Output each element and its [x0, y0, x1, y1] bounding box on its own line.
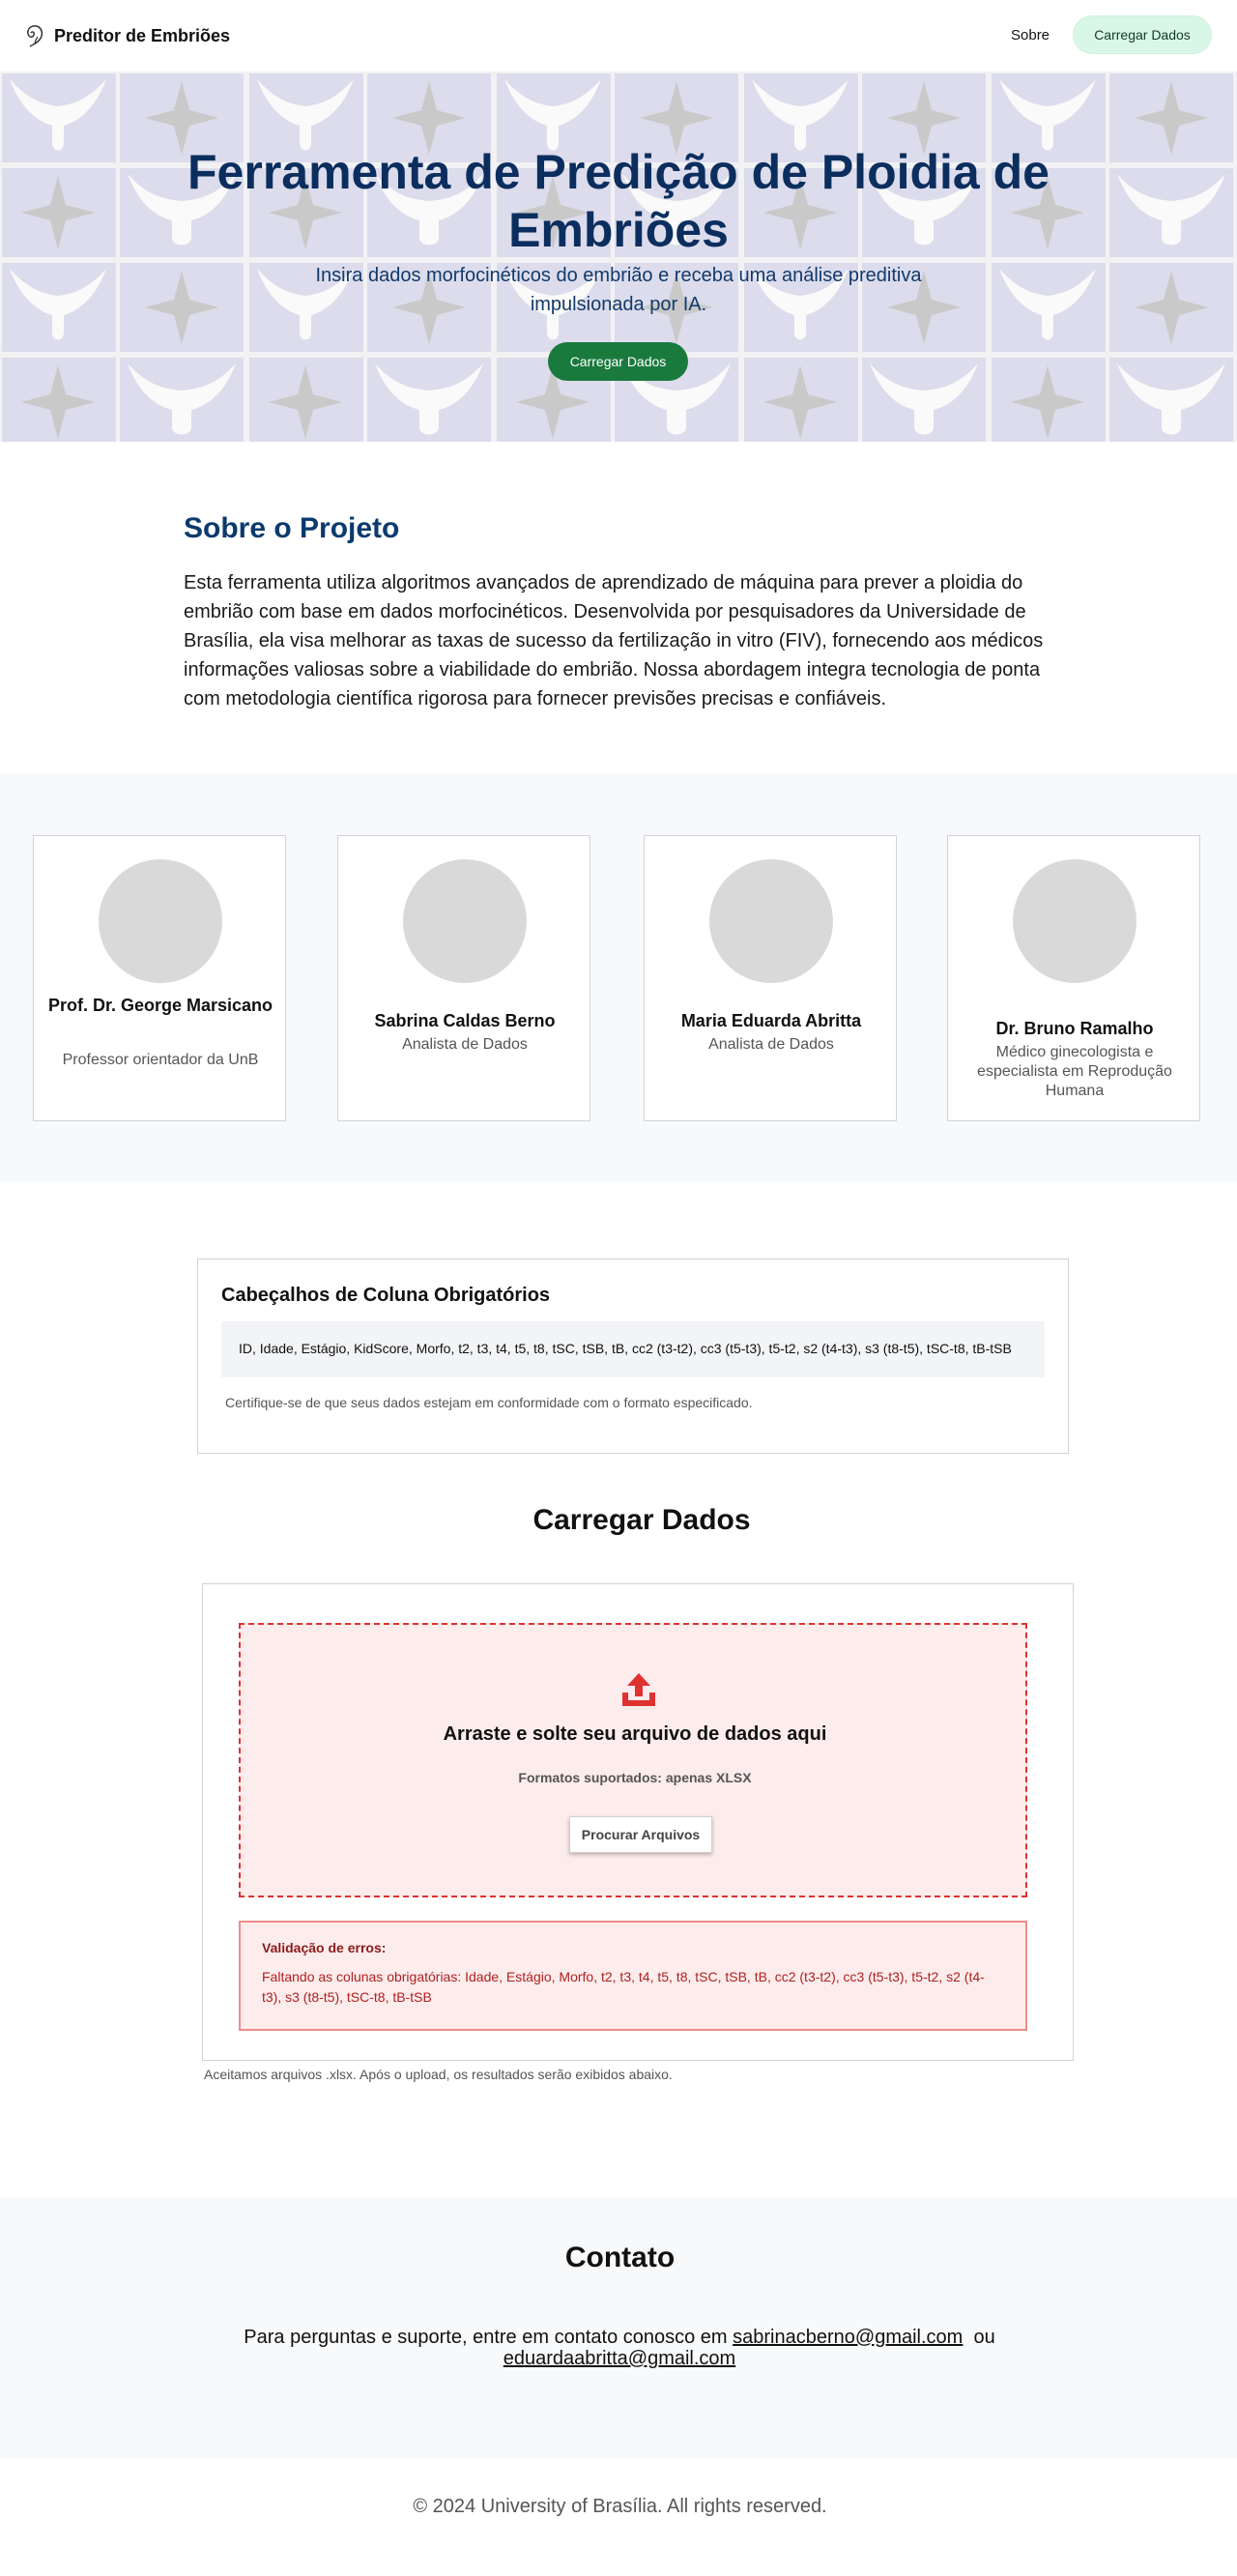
required-columns-panel: Cabeçalhos de Coluna Obrigatórios ID, Id…: [197, 1259, 1069, 1454]
dropzone-title: Arraste e solte seu arquivo de dados aqu…: [443, 1723, 827, 1745]
avatar: [403, 859, 527, 983]
email-link-eduarda[interactable]: eduardaabritta@gmail.com: [503, 2348, 735, 2369]
nav-link-sobre[interactable]: Sobre: [1011, 27, 1050, 43]
contact-intro: Para perguntas e suporte, entre em conta…: [244, 2327, 728, 2348]
brand[interactable]: Preditor de Embriões: [23, 23, 230, 48]
member-role: Analista de Dados: [402, 1036, 528, 1053]
error-title: Validação de erros:: [262, 1940, 387, 1955]
team-section: Prof. Dr. George Marsicano Professor ori…: [0, 773, 1237, 1183]
hero-subtitle: Insira dados morfocinéticos do embrião e…: [315, 265, 922, 315]
brand-name: Preditor de Embriões: [54, 25, 231, 45]
footer-copyright: © 2024 University of Brasília. All right…: [413, 2496, 827, 2517]
team-card: Maria Eduarda Abritta Analista de Dados: [644, 835, 897, 1121]
required-columns-title: Cabeçalhos de Coluna Obrigatórios: [221, 1285, 551, 1306]
required-columns-list: ID, Idade, Estágio, KidScore, Morfo, t2,…: [221, 1321, 1045, 1377]
member-name: Maria Eduarda Abritta: [680, 1011, 862, 1030]
top-navbar: Preditor de Embriões Sobre Carregar Dado…: [0, 0, 1237, 72]
file-dropzone[interactable]: Arraste e solte seu arquivo de dados aqu…: [239, 1623, 1027, 1897]
supported-formats: Formatos suportados: apenas XLSX: [518, 1770, 752, 1785]
error-message: Faltando as colunas obrigatórias: Idade,…: [262, 1969, 985, 2005]
contact-section: Contato Para perguntas e suporte, entre …: [0, 2197, 1237, 2458]
member-name: Prof. Dr. George Marsicano: [47, 996, 273, 1015]
email-link-sabrina[interactable]: sabrinacberno@gmail.com: [733, 2327, 963, 2348]
member-role: Analista de Dados: [708, 1036, 834, 1053]
hero-section: Ferramenta de Predição de Ploidia de Emb…: [0, 72, 1237, 442]
avatar: [99, 859, 222, 983]
member-role: Médico ginecologista e especialista em R…: [977, 1044, 1172, 1099]
embryo-icon: [27, 25, 43, 47]
contact-text: Para perguntas e suporte, entre em conta…: [213, 2327, 1026, 2369]
upload-section-title: Carregar Dados: [532, 1504, 751, 1536]
required-columns-note: Certifique-se de que seus dados estejam …: [225, 1395, 753, 1410]
hero-upload-button[interactable]: Carregar Dados: [548, 342, 688, 381]
upload-panel: Arraste e solte seu arquivo de dados aqu…: [202, 1583, 1074, 2061]
upload-icon: [622, 1673, 655, 1706]
contact-title: Contato: [564, 2242, 676, 2273]
nav-upload-button[interactable]: Carregar Dados: [1073, 15, 1212, 54]
upload-note: Aceitamos arquivos .xlsx. Após o upload,…: [204, 2067, 673, 2082]
browse-files-button[interactable]: Procurar Arquivos: [569, 1816, 712, 1853]
avatar: [709, 859, 833, 983]
member-role: Professor orientador da UnB: [62, 1052, 259, 1068]
about-title: Sobre o Projeto: [184, 512, 400, 544]
team-card: Dr. Bruno Ramalho Médico ginecologista e…: [947, 835, 1200, 1121]
member-name: Dr. Bruno Ramalho: [995, 1019, 1154, 1038]
hero-title: Ferramenta de Predição de Ploidia de Emb…: [187, 145, 1050, 257]
contact-separator: ou: [973, 2327, 995, 2348]
member-name: Sabrina Caldas Berno: [374, 1011, 556, 1030]
team-card: Sabrina Caldas Berno Analista de Dados: [337, 835, 590, 1121]
validation-error-box: Validação de erros: Faltando as colunas …: [239, 1921, 1027, 2031]
avatar: [1013, 859, 1136, 983]
about-text: Esta ferramenta utiliza algoritmos avanç…: [184, 572, 1044, 709]
team-card: Prof. Dr. George Marsicano Professor ori…: [33, 835, 286, 1121]
